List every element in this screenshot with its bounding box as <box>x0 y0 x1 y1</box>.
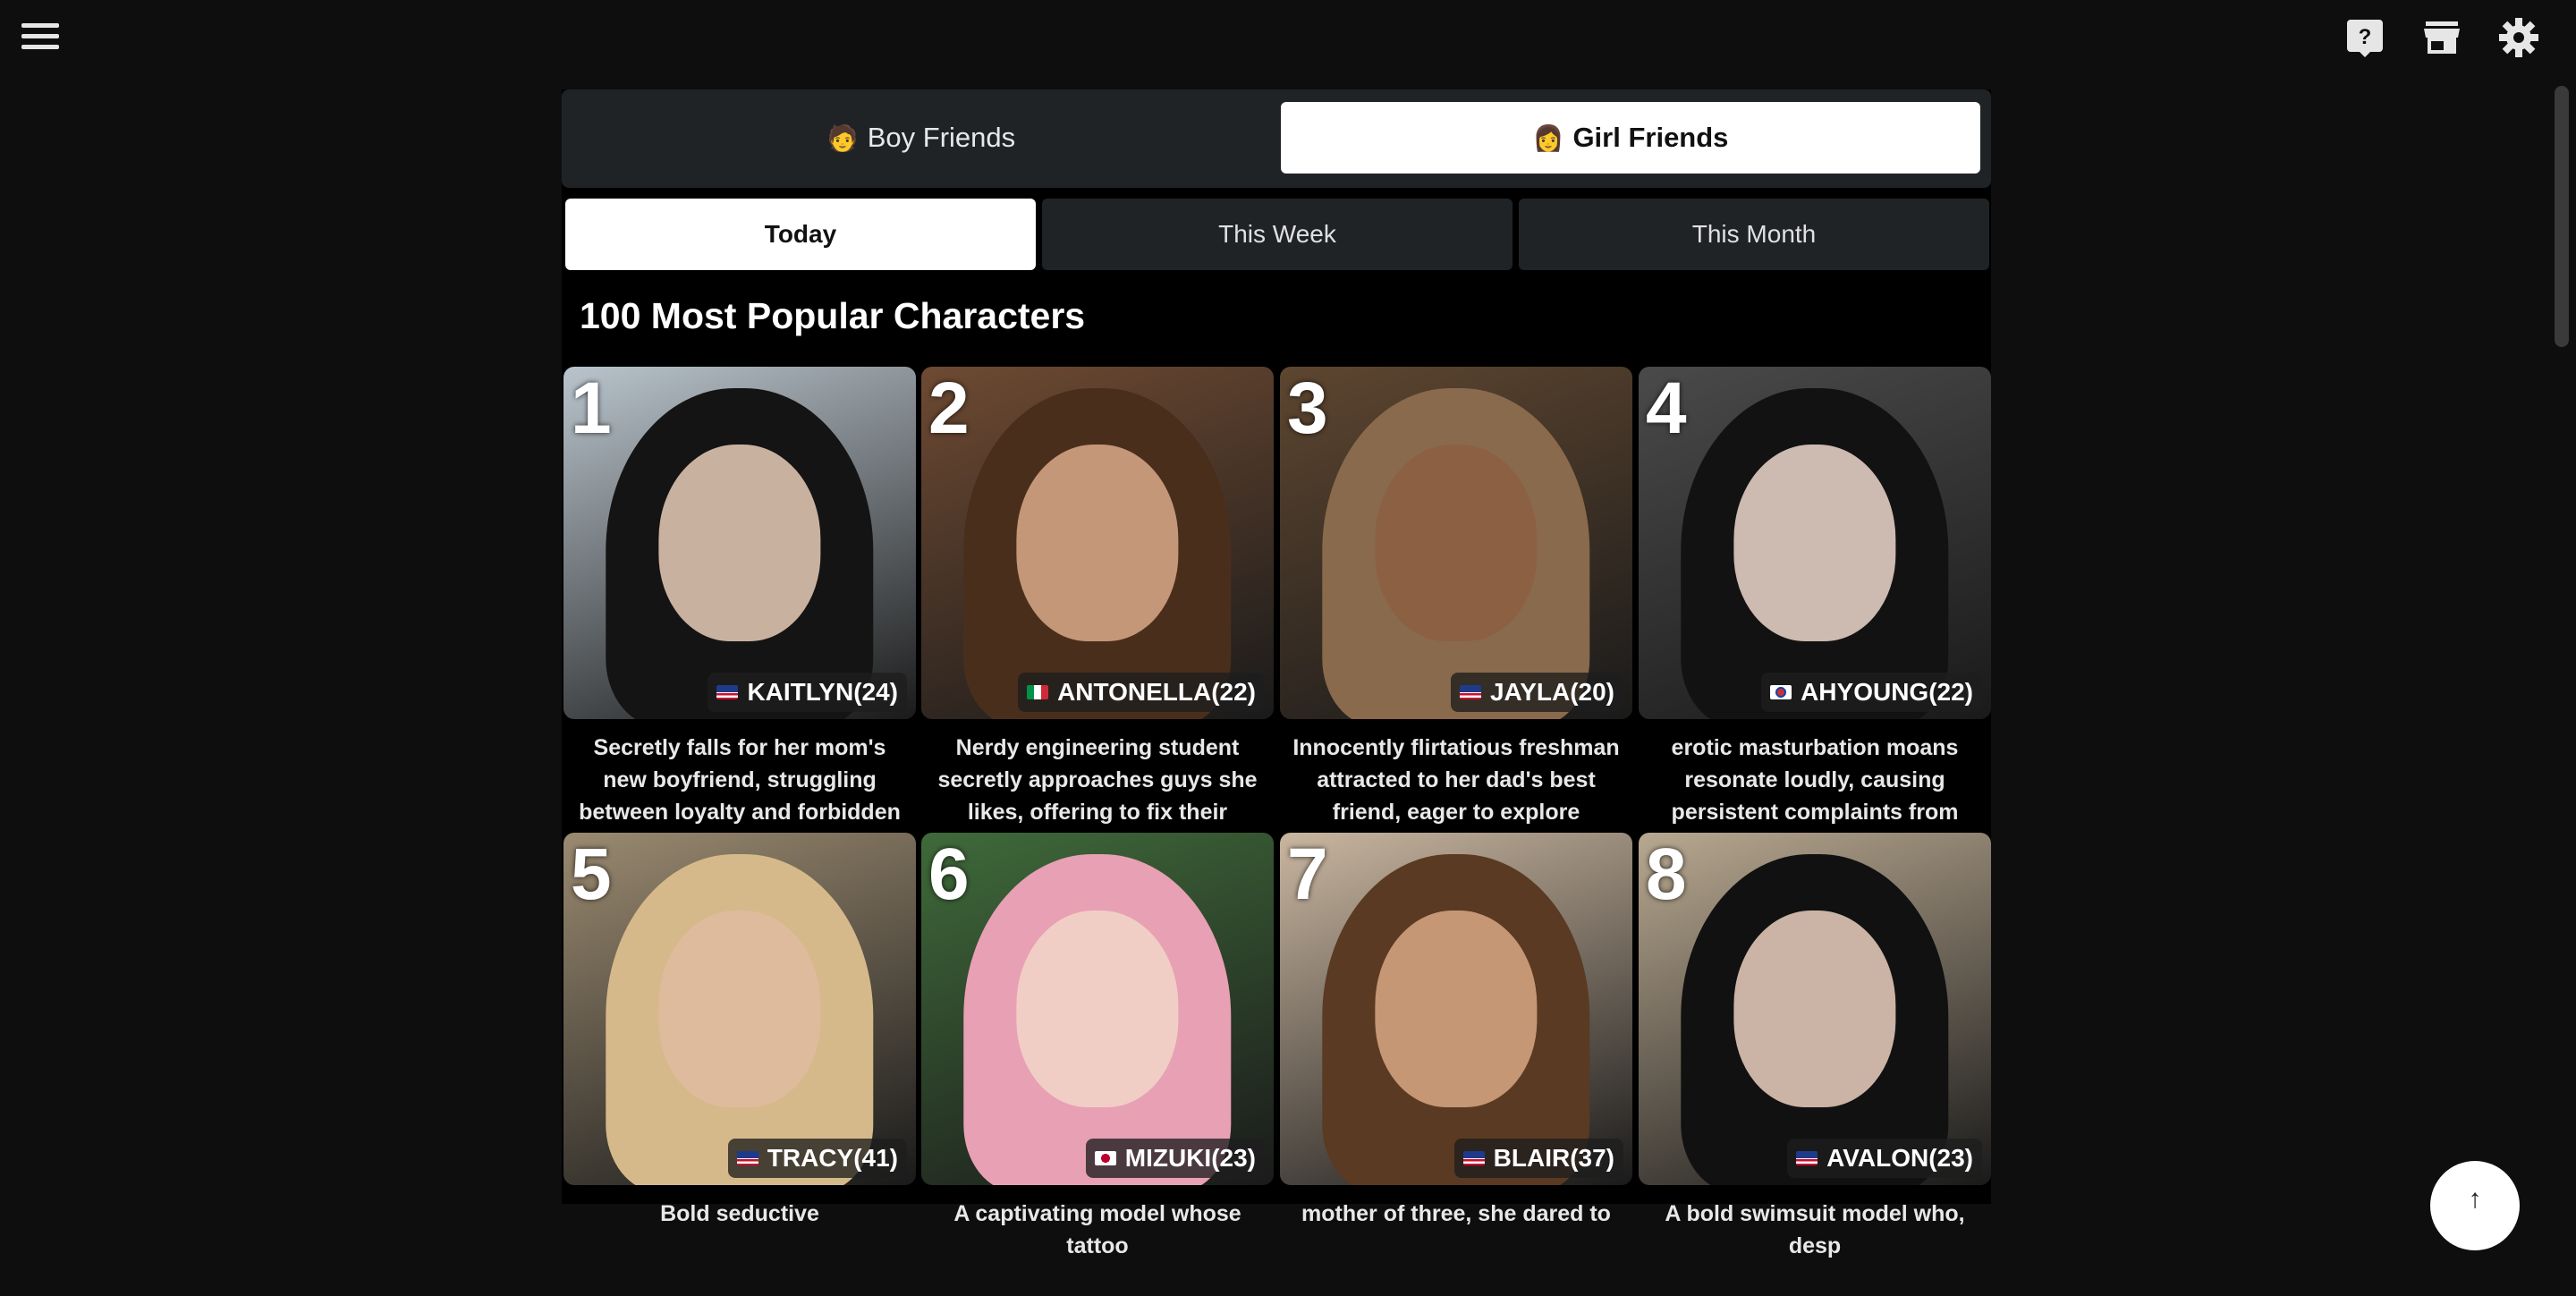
rank-number: 8 <box>1646 834 1687 915</box>
portrait-face <box>1733 910 1896 1108</box>
character-card[interactable]: 4 AHYOUNG(22) erotic masturbation moans re… <box>1639 367 1991 830</box>
rank-number: 1 <box>571 368 612 449</box>
scroll-to-top-button[interactable]: ↑ <box>2430 1161 2520 1250</box>
character-description: erotic masturbation moans resonate loudl… <box>1671 735 1959 825</box>
rank-number: 3 <box>1287 368 1328 449</box>
character-description: mother of three, she dared to <box>1301 1201 1611 1226</box>
character-description: Secretly falls for her mom's new boyfrie… <box>579 735 901 825</box>
character-description: Innocently flirtatious freshman attracte… <box>1292 735 1620 825</box>
character-name-badge: MIZUKI(23) <box>1085 1139 1265 1178</box>
character-name-badge: JAYLA(20) <box>1450 673 1623 712</box>
character-name: ANTONELLA(22) <box>1057 678 1256 706</box>
flag-jp-icon <box>1094 1151 1116 1165</box>
tab-today[interactable]: Today <box>565 199 1036 270</box>
character-name-badge: AVALON(23) <box>1787 1139 1982 1178</box>
hamburger-menu-icon[interactable] <box>21 23 59 50</box>
character-card[interactable]: 6 MIZUKI(23) A captivating model whose tat… <box>921 833 1274 1296</box>
portrait-face <box>658 444 821 642</box>
character-name: KAITLYN(24) <box>747 678 898 706</box>
character-photo: 1 KAITLYN(24) <box>564 367 916 719</box>
flag-us-icon <box>736 1151 758 1165</box>
main-content: 🧑 Boy Friends 👩 Girl Friends Today This … <box>562 89 1991 1258</box>
period-tabs: Today This Week This Month <box>562 199 1991 272</box>
flag-us-icon <box>1459 685 1481 699</box>
character-description: Nerdy engineering student secretly appro… <box>937 735 1258 825</box>
character-name: MIZUKI(23) <box>1124 1144 1256 1172</box>
character-photo: 4 AHYOUNG(22) <box>1639 367 1991 719</box>
svg-text:?: ? <box>2359 25 2372 49</box>
character-name: AVALON(23) <box>1826 1144 1973 1172</box>
character-name-badge: TRACY(41) <box>727 1139 907 1178</box>
rank-number: 2 <box>928 368 970 449</box>
girl-emoji-icon: 👩 <box>1532 123 1564 152</box>
character-name-badge: BLAIR(37) <box>1453 1139 1623 1178</box>
portrait-face <box>1375 444 1538 642</box>
arrow-up-icon: ↑ <box>2468 1184 2482 1214</box>
character-description: Bold seductive <box>660 1201 819 1226</box>
tab-this-month[interactable]: This Month <box>1519 199 1989 270</box>
character-name-badge: AHYOUNG(22) <box>1761 673 1982 712</box>
tab-girl-friends-label: Girl Friends <box>1572 122 1729 153</box>
rank-number: 5 <box>571 834 612 915</box>
character-name: JAYLA(20) <box>1489 678 1614 706</box>
rank-number: 6 <box>928 834 970 915</box>
character-photo: 7 BLAIR(37) <box>1280 833 1632 1185</box>
page-scrollbar[interactable] <box>2555 86 2569 347</box>
character-name-badge: KAITLYN(24) <box>708 673 907 712</box>
character-card[interactable]: 3 JAYLA(20) Innocently flirtatious freshma… <box>1280 367 1632 830</box>
character-name: AHYOUNG(22) <box>1801 678 1973 706</box>
flag-us-icon <box>1796 1151 1818 1165</box>
tab-boy-friends-label: Boy Friends <box>867 122 1016 153</box>
portrait-face <box>1016 444 1179 642</box>
character-card[interactable]: 2 ANTONELLA(22) Nerdy engineering student … <box>921 367 1274 830</box>
character-card[interactable]: 7 BLAIR(37) mother of three, she dared to <box>1280 833 1632 1296</box>
portrait-face <box>1016 910 1179 1108</box>
gear-icon[interactable] <box>2497 16 2540 59</box>
portrait-face <box>658 910 821 1108</box>
character-card[interactable]: 1 KAITLYN(24) Secretly falls for her mom's… <box>564 367 916 830</box>
rank-number: 7 <box>1287 834 1328 915</box>
section-title: 100 Most Popular Characters <box>580 295 1086 336</box>
portrait-face <box>1375 910 1538 1108</box>
flag-us-icon <box>716 685 739 699</box>
character-photo: 3 JAYLA(20) <box>1280 367 1632 719</box>
boy-emoji-icon: 🧑 <box>826 123 859 152</box>
character-card[interactable]: 8 AVALON(23) A bold swimsuit model who, de… <box>1639 833 1991 1296</box>
character-name: TRACY(41) <box>767 1144 898 1172</box>
rank-number: 4 <box>1646 368 1687 449</box>
character-photo: 2 ANTONELLA(22) <box>921 367 1274 719</box>
tab-boy-friends[interactable]: 🧑 Boy Friends <box>574 102 1268 174</box>
flag-it-icon <box>1027 685 1049 699</box>
character-description: A captivating model whose tattoo <box>953 1201 1241 1258</box>
character-photo: 6 MIZUKI(23) <box>921 833 1274 1185</box>
flag-kr-icon <box>1770 685 1792 699</box>
character-photo: 5 TRACY(41) <box>564 833 916 1185</box>
flag-us-icon <box>1462 1151 1485 1165</box>
portrait-face <box>1733 444 1896 642</box>
top-bar: ? <box>0 0 2576 75</box>
gender-toggle: 🧑 Boy Friends 👩 Girl Friends <box>562 89 1991 188</box>
tab-this-week[interactable]: This Week <box>1042 199 1513 270</box>
store-icon[interactable] <box>2420 16 2463 59</box>
help-icon[interactable]: ? <box>2343 16 2386 59</box>
character-photo: 8 AVALON(23) <box>1639 833 1991 1185</box>
character-card[interactable]: 5 TRACY(41) Bold seductive <box>564 833 916 1296</box>
character-name-badge: ANTONELLA(22) <box>1018 673 1265 712</box>
character-name: BLAIR(37) <box>1493 1144 1614 1172</box>
character-description: A bold swimsuit model who, desp <box>1665 1201 1965 1258</box>
tab-girl-friends[interactable]: 👩 Girl Friends <box>1281 102 1980 174</box>
